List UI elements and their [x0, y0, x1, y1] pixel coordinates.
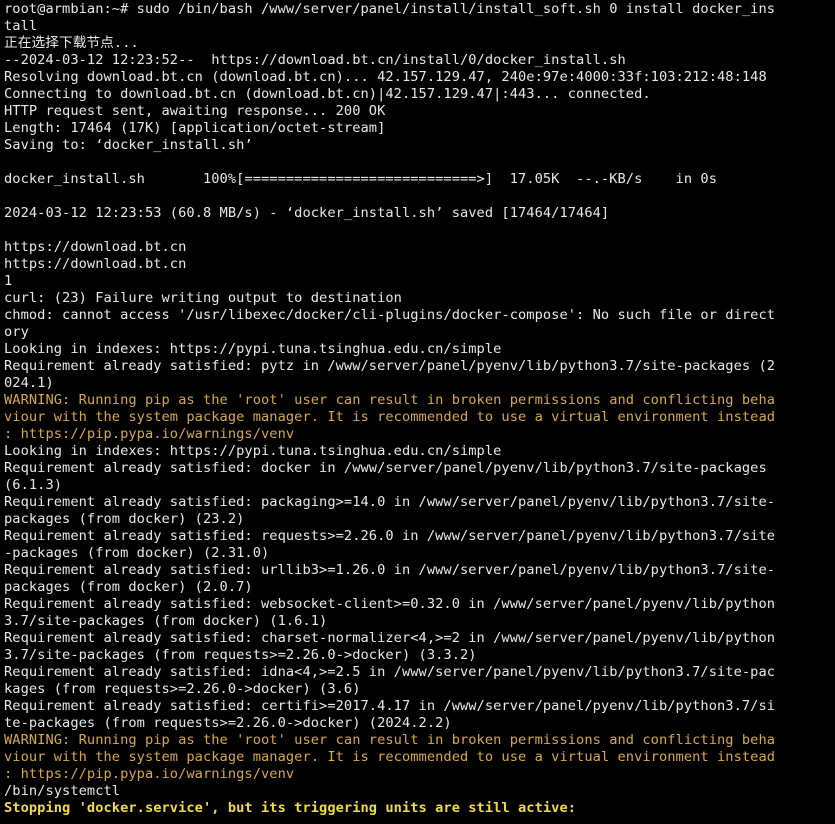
terminal-output-line: /bin/systemctl [4, 783, 121, 799]
terminal-warning-line: WARNING: Running pip as the 'root' user … [4, 732, 776, 748]
terminal-output-line: docker_install.sh 100%[=================… [4, 171, 717, 187]
terminal-output-line: Requirement already satisfied: urllib3>=… [4, 562, 776, 578]
terminal-output-line: kages (from requests>=2.26.0->docker) (3… [4, 681, 361, 697]
terminal-warning-line: : https://pip.pypa.io/warnings/venv [4, 766, 295, 782]
terminal-output-line: te-packages (from requests>=2.26.0->dock… [4, 715, 452, 731]
terminal-output-line: root@armbian:~# sudo /bin/bash /www/serv… [4, 1, 776, 17]
terminal-output-line: Looking in indexes: https://pypi.tuna.ts… [4, 443, 502, 459]
terminal-output-line: (6.1.3) [4, 477, 63, 493]
terminal-warning-line: viour with the system package manager. I… [4, 749, 776, 765]
terminal-output-line: curl: (23) Failure writing output to des… [4, 290, 402, 306]
terminal-output-line: 3.7/site-packages (from requests>=2.26.0… [4, 647, 477, 663]
terminal-warning-line: WARNING: Running pip as the 'root' user … [4, 392, 776, 408]
terminal-output-line: https://download.bt.cn [4, 256, 187, 272]
terminal-output-line: tall [4, 18, 38, 34]
terminal-output-line: Requirement already satisfied: requests>… [4, 528, 776, 544]
terminal-output-line: --2024-03-12 12:23:52-- https://download… [4, 52, 626, 68]
terminal-output-line: chmod: cannot access '/usr/libexec/docke… [4, 307, 776, 323]
terminal-output-line: Connecting to download.bt.cn (download.b… [4, 86, 651, 102]
terminal-output-line: packages (from docker) (23.2) [4, 511, 245, 527]
terminal-output-line: Resolving download.bt.cn (download.bt.cn… [4, 69, 767, 85]
terminal-output-line: Saving to: ‘docker_install.sh’ [4, 137, 253, 153]
terminal-output-line: 正在选择下载节点... [4, 35, 139, 51]
terminal-output-line: Requirement already satisfied: certifi>=… [4, 698, 776, 714]
terminal-output-line: 024.1) [4, 375, 54, 391]
terminal-output-line: Requirement already satisfied: pytz in /… [4, 358, 776, 374]
terminal-warning-line: Stopping 'docker.service', but its trigg… [4, 800, 577, 816]
terminal-output-line: 2024-03-12 12:23:53 (60.8 MB/s) - ‘docke… [4, 205, 610, 221]
terminal-output-line: Requirement already satisfied: idna<4,>=… [4, 664, 776, 680]
terminal-output-line: Requirement already satisfied: docker in… [4, 460, 767, 476]
terminal-output-line: Length: 17464 (17K) [application/octet-s… [4, 120, 386, 136]
terminal-output-line: -packages (from docker) (2.31.0) [4, 545, 270, 561]
terminal-output-line: Requirement already satisfied: charset-n… [4, 630, 776, 646]
terminal-output-line: Requirement already satisfied: websocket… [4, 596, 776, 612]
terminal-warning-line: : https://pip.pypa.io/warnings/venv [4, 426, 295, 442]
terminal-output-line: Looking in indexes: https://pypi.tuna.ts… [4, 341, 502, 357]
terminal-window[interactable]: root@armbian:~# sudo /bin/bash /www/serv… [0, 0, 835, 824]
terminal-output-line: packages (from docker) (2.0.7) [4, 579, 253, 595]
terminal-output-line: Requirement already satisfied: packaging… [4, 494, 776, 510]
terminal-output-line: 3.7/site-packages (from docker) (1.6.1) [4, 613, 328, 629]
terminal-output-line: ory [4, 324, 29, 340]
terminal-warning-line: viour with the system package manager. I… [4, 409, 776, 425]
terminal-output-line: https://download.bt.cn [4, 239, 187, 255]
terminal-output-line: HTTP request sent, awaiting response... … [4, 103, 386, 119]
terminal-output-line: 1 [4, 273, 13, 289]
